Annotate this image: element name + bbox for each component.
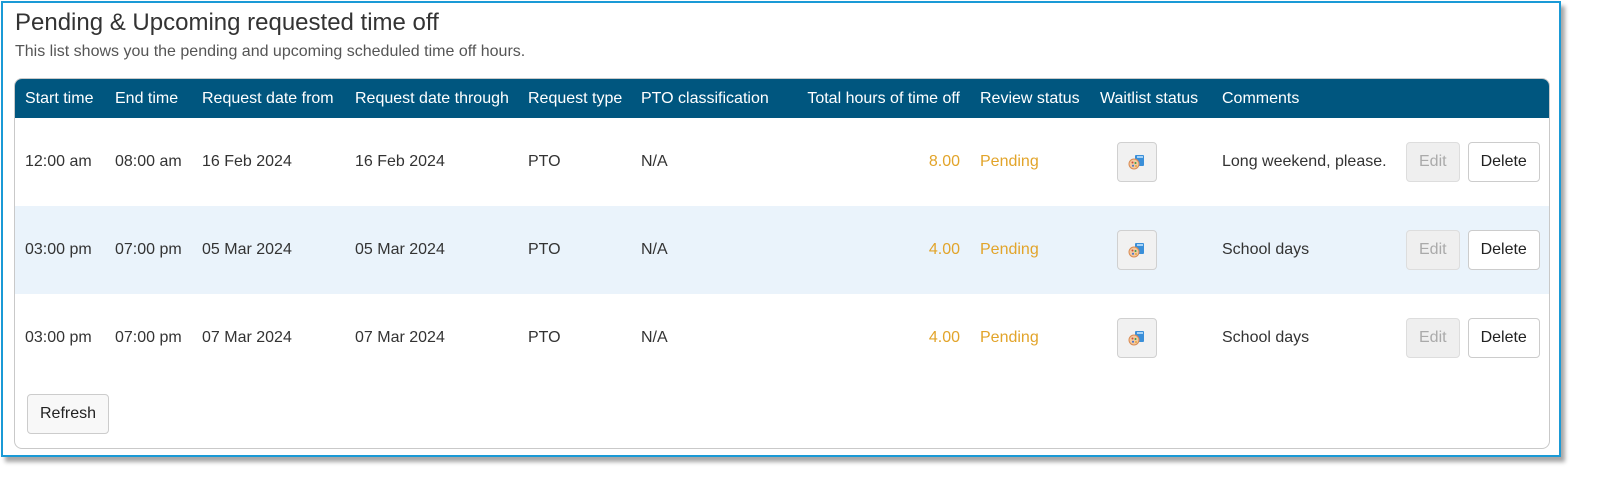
cell-start-time: 03:00 pm (25, 241, 92, 258)
cell-review-status: Pending (980, 153, 1039, 170)
header-request-date-through: Request date through (355, 89, 509, 107)
refresh-button[interactable]: Refresh (27, 394, 110, 434)
cell-end-time: 08:00 am (115, 153, 182, 170)
cell-pto-classification: N/A (641, 241, 668, 258)
table-row: 03:00 pm 07:00 pm 07 Mar 2024 07 Mar 202… (15, 294, 1549, 382)
header-end-time: End time (115, 89, 179, 107)
delete-button[interactable]: Delete (1467, 142, 1540, 182)
waitlist-button[interactable] (1117, 230, 1157, 270)
cell-request-type: PTO (528, 329, 561, 346)
header-start-time: Start time (25, 89, 94, 107)
cell-request-type: PTO (528, 153, 561, 170)
cell-total-hours: 8.00 (928, 153, 960, 170)
cell-comments: Long weekend, please. (1222, 153, 1387, 170)
cell-actions: Edit Delete (1396, 118, 1549, 206)
cell-total-hours: 4.00 (928, 241, 960, 258)
cell-date-through: 07 Mar 2024 (355, 329, 445, 346)
waitlist-button[interactable] (1117, 142, 1157, 182)
edit-button[interactable]: Edit (1406, 142, 1460, 182)
edit-button[interactable]: Edit (1406, 230, 1460, 270)
header-total-hours: Total hours of time off (807, 89, 960, 107)
cell-date-from: 16 Feb 2024 (202, 153, 292, 170)
time-off-table-panel: Start time End time Request date from Re… (14, 78, 1550, 449)
cell-end-time: 07:00 pm (115, 241, 182, 258)
cell-date-through: 16 Feb 2024 (355, 153, 445, 170)
cell-start-time: 12:00 am (25, 153, 92, 170)
header-request-type: Request type (528, 89, 623, 107)
table-row: 12:00 am 08:00 am 16 Feb 2024 16 Feb 202… (15, 118, 1549, 206)
header-waitlist-status: Waitlist status (1100, 89, 1199, 107)
cell-date-from: 05 Mar 2024 (202, 241, 292, 258)
cell-total-hours: 4.00 (928, 329, 960, 346)
cell-comments: School days (1222, 329, 1310, 346)
cell-actions: Edit Delete (1396, 294, 1549, 382)
cell-date-through: 05 Mar 2024 (355, 241, 445, 258)
waitlist-button[interactable] (1117, 318, 1157, 358)
cell-waitlist-status (1090, 118, 1212, 206)
waitlist-icon (1128, 155, 1144, 170)
page-title: Pending & Upcoming requested time off (15, 9, 439, 36)
cell-actions: Edit Delete (1396, 206, 1549, 294)
delete-button[interactable]: Delete (1467, 318, 1540, 358)
page-subtitle: This list shows you the pending and upco… (15, 43, 526, 60)
cell-review-status: Pending (980, 329, 1039, 346)
cell-request-type: PTO (528, 241, 561, 258)
edit-button[interactable]: Edit (1406, 318, 1460, 358)
header-comments: Comments (1222, 89, 1300, 107)
waitlist-icon (1128, 331, 1144, 346)
time-off-table: Start time End time Request date from Re… (15, 79, 1549, 382)
header-request-date-from: Request date from (202, 89, 334, 107)
cell-waitlist-status (1090, 294, 1212, 382)
cell-waitlist-status (1090, 206, 1212, 294)
cell-pto-classification: N/A (641, 329, 668, 346)
header-review-status: Review status (980, 89, 1080, 107)
cell-pto-classification: N/A (641, 153, 668, 170)
cell-comments: School days (1222, 241, 1310, 258)
cell-end-time: 07:00 pm (115, 329, 182, 346)
table-row: 03:00 pm 07:00 pm 05 Mar 2024 05 Mar 202… (15, 206, 1549, 294)
waitlist-icon (1128, 243, 1144, 258)
delete-button[interactable]: Delete (1467, 230, 1540, 270)
cell-start-time: 03:00 pm (25, 329, 92, 346)
cell-review-status: Pending (980, 241, 1039, 258)
header-pto-classification: PTO classification (641, 89, 769, 107)
table-header-row: Start time End time Request date from Re… (15, 79, 1549, 118)
header-actions (1396, 79, 1549, 118)
cell-date-from: 07 Mar 2024 (202, 329, 292, 346)
time-off-window: Pending & Upcoming requested time off Th… (1, 1, 1561, 457)
